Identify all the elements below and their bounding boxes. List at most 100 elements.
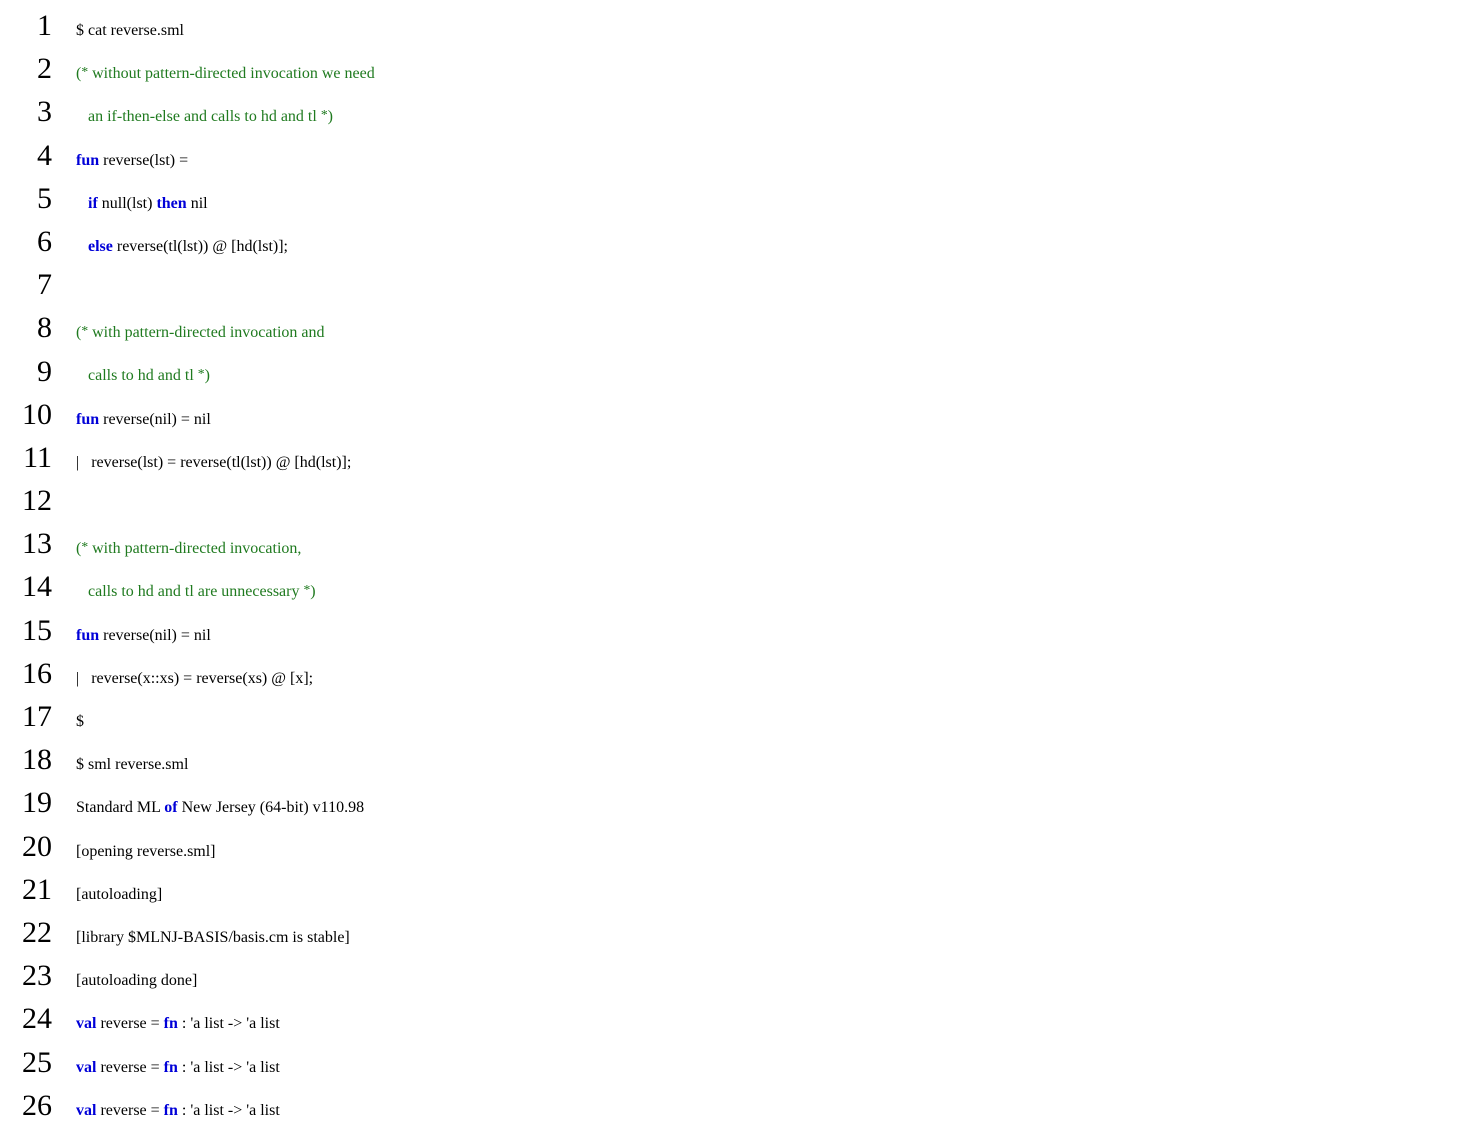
code-line: 5 if null(lst) then nil <box>0 177 375 220</box>
code-line: 13(* with pattern-directed invocation, <box>0 522 375 565</box>
comment-token: calls to hd and tl <box>76 368 198 385</box>
code-line: 12 <box>0 479 375 522</box>
comment-token: ) <box>328 108 333 125</box>
code-content: an if-then-else and calls to hd and tl *… <box>76 90 375 133</box>
code-line: 20[opening reverse.sml] <box>0 825 375 868</box>
code-line: 15fun reverse(nil) = nil <box>0 609 375 652</box>
keyword-token: val <box>76 1059 96 1076</box>
line-number: 7 <box>0 263 76 306</box>
text-token: reverse = <box>96 1059 163 1076</box>
code-line: 1$ cat reverse.sml <box>0 4 375 47</box>
line-number: 16 <box>0 652 76 695</box>
keyword-token: then <box>156 195 186 212</box>
code-line: 4fun reverse(lst) = <box>0 134 375 177</box>
code-content: Standard ML of New Jersey (64-bit) v110.… <box>76 781 375 824</box>
text-token: reverse(nil) = nil <box>99 411 211 428</box>
line-number: 23 <box>0 954 76 997</box>
code-line: 23[autoloading done] <box>0 954 375 997</box>
code-line: 11| reverse(lst) = reverse(tl(lst)) @ [h… <box>0 436 375 479</box>
line-number: 20 <box>0 825 76 868</box>
line-number: 17 <box>0 695 76 738</box>
keyword-token: of <box>164 799 177 816</box>
code-content: $ sml reverse.sml <box>76 738 375 781</box>
code-content: if null(lst) then nil <box>76 177 375 220</box>
code-line: 7 <box>0 263 375 306</box>
code-line: 2(* without pattern-directed invocation … <box>0 47 375 90</box>
keyword-token: fun <box>76 152 99 169</box>
text-token: reverse(tl(lst)) @ [hd(lst)]; <box>113 238 288 255</box>
text-token: | reverse(x::xs) = reverse(xs) @ [x]; <box>76 670 313 687</box>
line-number: 13 <box>0 522 76 565</box>
code-line: 21[autoloading] <box>0 868 375 911</box>
keyword-token: if <box>88 195 98 212</box>
keyword-token: fun <box>76 627 99 644</box>
text-token <box>76 281 80 298</box>
code-line: 6 else reverse(tl(lst)) @ [hd(lst)]; <box>0 220 375 263</box>
line-number: 1 <box>0 4 76 47</box>
code-listing: 1$ cat reverse.sml2(* without pattern-di… <box>0 0 375 1127</box>
code-content: (* with pattern-directed invocation, <box>76 522 375 565</box>
code-line: 10fun reverse(nil) = nil <box>0 393 375 436</box>
keyword-token: fn <box>164 1015 178 1032</box>
code-content: (* with pattern-directed invocation and <box>76 306 375 349</box>
line-number: 24 <box>0 997 76 1040</box>
line-number: 25 <box>0 1041 76 1084</box>
code-line: 22[library $MLNJ-BASIS/basis.cm is stabl… <box>0 911 375 954</box>
text-token: $ <box>76 713 84 730</box>
code-content: fun reverse(lst) = <box>76 134 375 177</box>
line-number: 21 <box>0 868 76 911</box>
comment-token: without pattern-directed invocation we n… <box>88 65 375 82</box>
code-line: 14 calls to hd and tl are unnecessary *) <box>0 565 375 608</box>
code-line: 17$ <box>0 695 375 738</box>
text-token: New Jersey (64-bit) v110.98 <box>178 799 364 816</box>
keyword-token: fn <box>164 1059 178 1076</box>
code-content: $ <box>76 695 375 738</box>
code-content: [autoloading done] <box>76 954 375 997</box>
text-token: nil <box>187 195 208 212</box>
line-number: 14 <box>0 565 76 608</box>
code-line: 16| reverse(x::xs) = reverse(xs) @ [x]; <box>0 652 375 695</box>
keyword-token: val <box>76 1015 96 1032</box>
text-token <box>76 238 88 255</box>
keyword-token: else <box>88 238 113 255</box>
text-token: $ cat reverse.sml <box>76 22 184 39</box>
code-content: | reverse(lst) = reverse(tl(lst)) @ [hd(… <box>76 436 375 479</box>
code-content: val reverse = fn : 'a list -> 'a list <box>76 997 375 1040</box>
comment-token: * <box>321 107 328 122</box>
comment-token: with pattern-directed invocation, <box>88 540 301 557</box>
code-content: (* without pattern-directed invocation w… <box>76 47 375 90</box>
code-line: 8(* with pattern-directed invocation and <box>0 306 375 349</box>
text-token: reverse(lst) = <box>99 152 188 169</box>
line-number: 4 <box>0 134 76 177</box>
code-content: val reverse = fn : 'a list -> 'a list <box>76 1084 375 1127</box>
code-line: 18$ sml reverse.sml <box>0 738 375 781</box>
text-token: : 'a list -> 'a list <box>178 1015 280 1032</box>
text-token: Standard ML <box>76 799 164 816</box>
line-number: 3 <box>0 90 76 133</box>
keyword-token: fn <box>164 1102 178 1119</box>
text-token: $ sml reverse.sml <box>76 756 188 773</box>
line-number: 11 <box>0 436 76 479</box>
text-token <box>76 497 80 514</box>
code-line: 9 calls to hd and tl *) <box>0 350 375 393</box>
code-content: $ cat reverse.sml <box>76 4 375 47</box>
text-token: reverse = <box>96 1015 163 1032</box>
code-content: fun reverse(nil) = nil <box>76 609 375 652</box>
comment-token: ) <box>310 583 315 600</box>
line-number: 5 <box>0 177 76 220</box>
line-number: 2 <box>0 47 76 90</box>
code-content: val reverse = fn : 'a list -> 'a list <box>76 1041 375 1084</box>
comment-token: with pattern-directed invocation and <box>88 324 324 341</box>
code-content: [opening reverse.sml] <box>76 825 375 868</box>
keyword-token: val <box>76 1102 96 1119</box>
code-content: calls to hd and tl *) <box>76 350 375 393</box>
comment-token: calls to hd and tl are unnecessary <box>76 583 303 600</box>
line-number: 18 <box>0 738 76 781</box>
comment-token: ) <box>205 368 210 385</box>
line-number: 6 <box>0 220 76 263</box>
line-number: 8 <box>0 306 76 349</box>
code-content <box>76 263 375 306</box>
text-token: reverse = <box>96 1102 163 1119</box>
code-content: fun reverse(nil) = nil <box>76 393 375 436</box>
text-token: [library $MLNJ-BASIS/basis.cm is stable] <box>76 929 350 946</box>
